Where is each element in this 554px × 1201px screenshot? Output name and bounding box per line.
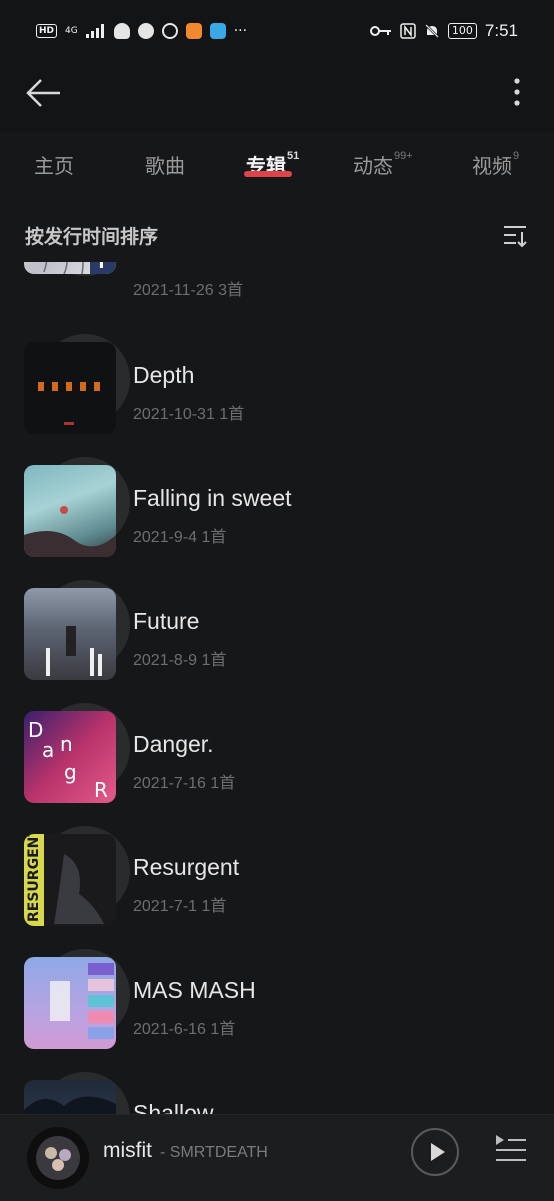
album-list: T 2021-11-26 3首 Depth 2021-10-31 1首 Fall…: [0, 262, 554, 1114]
album-meta: 2021-10-31 1首: [133, 406, 245, 423]
bird-app-icon: [137, 23, 154, 39]
album-meta: 2021-7-16 1首: [133, 775, 236, 792]
album-title: Danger.: [133, 731, 214, 757]
album-meta: 2021-8-9 1首: [133, 652, 227, 669]
playlist-button[interactable]: [494, 1133, 528, 1167]
album-title: Shallow: [133, 1100, 214, 1114]
cover-art: RESURGENT: [24, 834, 104, 926]
tab-count: 9: [513, 150, 520, 163]
album-title: MAS MASH: [133, 977, 256, 1003]
key-icon: [369, 26, 391, 36]
album-cover: [24, 465, 116, 557]
album-cover: [24, 957, 116, 1049]
cover-art: [38, 382, 100, 425]
cover-text: a: [42, 738, 54, 762]
cover-text: T: [96, 262, 107, 272]
sort-order-icon[interactable]: [502, 222, 528, 248]
album-item[interactable]: T 2021-11-26 3首: [0, 262, 554, 299]
cover-art: D a n g R: [28, 718, 108, 802]
playlist-icon: [496, 1135, 526, 1161]
more-options-button[interactable]: [502, 76, 532, 110]
album-title: Depth: [133, 362, 195, 388]
tab-count: 51: [287, 150, 300, 163]
album-cover: D a n g R: [24, 711, 116, 803]
album-cover: [24, 342, 116, 434]
cover-text: n: [60, 732, 73, 756]
sort-row: 按发行时间排序: [0, 212, 554, 258]
tab-label: 动态: [353, 156, 393, 178]
mute-icon: [425, 24, 439, 38]
status-bar: HD 4G ··· 100 7:51: [0, 0, 554, 62]
hd-indicator: HD: [36, 24, 58, 38]
tab-label: 歌曲: [145, 156, 185, 178]
top-bar: [0, 62, 554, 132]
album-title: Resurgent: [133, 854, 240, 880]
tab-songs[interactable]: 歌曲: [145, 150, 185, 179]
cover-text: R: [94, 778, 108, 802]
cover-text: RESURGENT: [26, 834, 42, 922]
now-playing-art[interactable]: [27, 1127, 89, 1189]
album-item[interactable]: Shallow: [0, 1072, 554, 1114]
tab-count: 99+: [394, 150, 413, 163]
album-cover: [24, 1080, 116, 1114]
signal-icon: [85, 24, 104, 38]
album-cover: RESURGENT: [24, 834, 116, 926]
album-item[interactable]: MAS MASH 2021-6-16 1首: [0, 949, 554, 1069]
album-item[interactable]: Falling in sweet 2021-9-4 1首: [0, 457, 554, 577]
play-button[interactable]: [411, 1128, 459, 1176]
album-cover: T: [24, 262, 116, 274]
tab-label: 主页: [34, 156, 74, 178]
album-meta: 2021-7-1 1首: [133, 898, 227, 915]
sort-label[interactable]: 按发行时间排序: [25, 222, 158, 249]
book-app-icon: [209, 23, 226, 39]
album-item[interactable]: D a n g R Danger. 2021-7-16 1首: [0, 703, 554, 823]
tab-home[interactable]: 主页: [34, 150, 74, 179]
cover-text: g: [64, 760, 77, 784]
now-playing-title: misfit: [103, 1139, 152, 1162]
network-label: 4G: [65, 26, 78, 36]
cat-app-icon: [113, 23, 130, 39]
battery-indicator: 100: [447, 23, 477, 39]
album-item[interactable]: RESURGENT Resurgent 2021-7-1 1首: [0, 826, 554, 946]
mini-player[interactable]: misfit - SMRTDEATH: [0, 1114, 554, 1201]
tab-videos[interactable]: 视频9: [472, 150, 519, 179]
tab-label: 视频: [472, 156, 512, 178]
cover-art: T: [43, 262, 116, 274]
target-app-icon: [161, 23, 178, 39]
play-app-icon: [185, 23, 202, 39]
album-meta: 2021-9-4 1首: [133, 529, 227, 546]
album-item[interactable]: Future 2021-8-9 1首: [0, 580, 554, 700]
play-icon: [431, 1143, 445, 1161]
more-notifications: ···: [233, 23, 248, 39]
cover-art: [24, 1096, 116, 1114]
cover-art: [24, 506, 116, 557]
now-playing-artist: - SMRTDEATH: [160, 1144, 268, 1161]
active-tab-indicator: [244, 171, 292, 177]
cover-art: [46, 626, 102, 676]
album-meta: 2021-6-16 1首: [133, 1021, 236, 1038]
tab-moments[interactable]: 动态99+: [353, 150, 413, 179]
album-title: Future: [133, 608, 200, 634]
more-vertical-icon: [514, 78, 520, 106]
album-cover: [24, 588, 116, 680]
tab-bar: 主页 歌曲 专辑51 动态99+ 视频9: [0, 134, 554, 190]
cover-art: [50, 963, 114, 1039]
now-playing-cover: [36, 1136, 80, 1180]
nfc-icon: [400, 23, 416, 39]
back-arrow-icon: [26, 79, 60, 107]
album-meta: 2021-11-26 3首: [133, 282, 244, 299]
clock: 7:51: [484, 21, 518, 40]
album-title: Falling in sweet: [133, 485, 292, 511]
back-button[interactable]: [24, 76, 64, 110]
album-item[interactable]: Depth 2021-10-31 1首: [0, 334, 554, 454]
